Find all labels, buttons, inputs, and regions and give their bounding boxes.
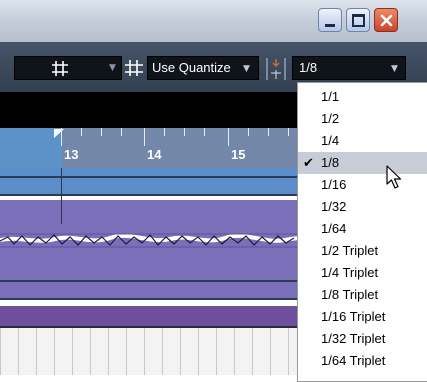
menu-item[interactable]: 1/16 Triplet xyxy=(298,306,427,328)
menu-item[interactable]: 1/16 xyxy=(298,174,427,196)
quantize-type-label: Use Quantize xyxy=(152,60,231,75)
ruler-tick xyxy=(164,128,165,136)
ruler-tick xyxy=(121,128,122,136)
menu-item[interactable]: 1/2 xyxy=(298,108,427,130)
ruler-tick xyxy=(81,128,82,136)
title-bar xyxy=(0,0,427,42)
menu-item[interactable]: 1/64 Triplet xyxy=(298,350,427,372)
length-quantize-value: 1/8 xyxy=(299,60,318,75)
ruler-tick xyxy=(101,128,102,136)
close-button[interactable] xyxy=(374,8,398,32)
length-quantize-select[interactable]: 1/8 ▼ xyxy=(292,56,406,80)
ruler-tick xyxy=(228,128,229,146)
snap-select[interactable]: ▼ xyxy=(14,56,122,80)
chevron-down-icon: ▼ xyxy=(243,64,250,74)
ruler-tick xyxy=(248,128,249,136)
minimize-icon xyxy=(325,24,335,27)
ruler-tick xyxy=(204,128,205,136)
ruler-tick xyxy=(144,128,145,146)
ruler-bar-number: 14 xyxy=(147,147,162,162)
ruler-tick xyxy=(288,128,289,136)
maximize-icon xyxy=(352,14,365,27)
length-quantize-icon xyxy=(266,58,286,80)
menu-item[interactable]: 1/4 Triplet xyxy=(298,262,427,284)
menu-item[interactable]: 1/32 Triplet xyxy=(298,328,427,350)
maximize-button[interactable] xyxy=(346,8,370,32)
menu-item[interactable]: 1/1 xyxy=(298,86,427,108)
ruler-tick xyxy=(268,128,269,136)
menu-item[interactable]: 1/2 Triplet xyxy=(298,240,427,262)
ruler-tick xyxy=(61,128,62,146)
menu-item[interactable]: 1/32 xyxy=(298,196,427,218)
ruler-bar-number: 15 xyxy=(231,147,246,162)
cursor-marker-icon xyxy=(54,129,64,138)
menu-item[interactable]: 1/4 xyxy=(298,130,427,152)
length-quantize-menu: 1/1 1/2 1/4 ✔ 1/8 1/16 1/32 1/64 1/2 Tri… xyxy=(297,82,427,382)
checkmark-icon: ✔ xyxy=(303,155,314,170)
minimize-button[interactable] xyxy=(318,8,342,32)
menu-item[interactable]: 1/8 Triplet xyxy=(298,284,427,306)
ruler-tick xyxy=(184,128,185,136)
ruler-bar-number: 13 xyxy=(64,147,79,162)
menu-item-selected[interactable]: ✔ 1/8 xyxy=(298,152,427,174)
chevron-down-icon: ▼ xyxy=(391,64,398,74)
quantize-grid-icon xyxy=(125,60,143,76)
project-cursor[interactable] xyxy=(61,168,62,224)
mouse-pointer-icon xyxy=(386,165,402,189)
chevron-down-icon: ▼ xyxy=(109,63,116,73)
grid-icon xyxy=(52,61,68,76)
menu-item[interactable]: 1/64 xyxy=(298,218,427,240)
close-icon xyxy=(380,14,393,27)
quantize-type-select[interactable]: Use Quantize ▼ xyxy=(147,56,259,80)
